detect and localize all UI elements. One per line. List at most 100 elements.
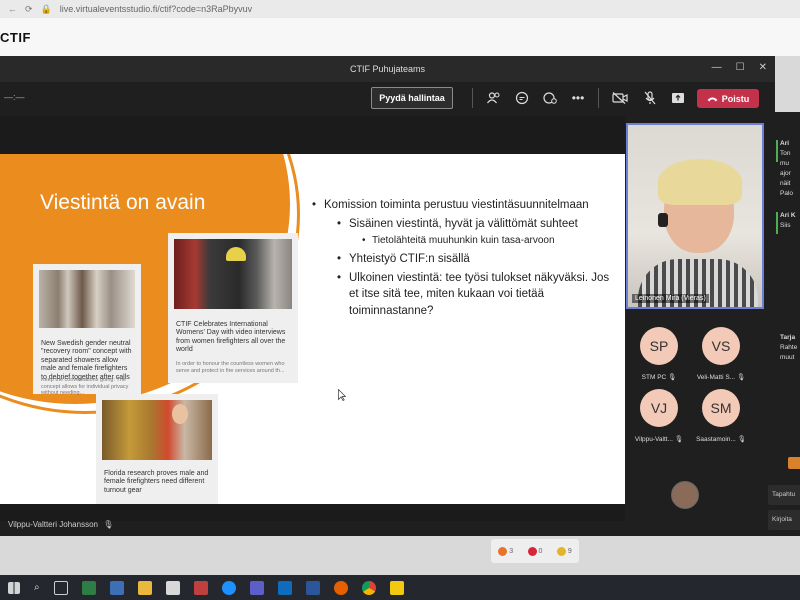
heart-icon: [527, 546, 537, 556]
search-icon[interactable]: ⌕: [34, 582, 40, 593]
slide-bullets: Komission toiminta perustuu viestintäsuu…: [312, 197, 612, 320]
shared-screen-stage: Viestintä on avain New Swedish gender ne…: [0, 116, 625, 521]
ctif-logo: CTIF: [0, 30, 31, 45]
participant-name: Saastamoin... 🎙︎: [696, 436, 746, 443]
chat-author: Tarja: [780, 334, 796, 341]
site-header: CTIF: [0, 18, 800, 56]
toolbar-divider: [598, 88, 599, 108]
calculator-icon[interactable]: [109, 580, 124, 595]
minimize-icon[interactable]: —: [712, 62, 722, 73]
headset-icon: [658, 213, 668, 227]
back-icon[interactable]: ←: [8, 4, 17, 14]
outlook-icon[interactable]: [277, 580, 292, 595]
teams-icon[interactable]: [249, 580, 264, 595]
card-caption: CTIF Celebrates International Womens' Da…: [176, 321, 286, 354]
skype-icon[interactable]: [221, 580, 236, 595]
url-text[interactable]: live.virtualeventsstudio.fi/ctif?code=n3…: [60, 4, 252, 14]
avatar: VS: [702, 327, 740, 365]
camera-off-icon[interactable]: [612, 90, 628, 106]
chat-author: Ari: [780, 140, 790, 147]
clap-icon: [556, 546, 566, 556]
mic-muted-icon: 🎙︎: [737, 436, 746, 443]
chat-text: Rahte: [780, 344, 798, 351]
fire-icon: [498, 546, 508, 556]
window-titlebar: CTIF Puhujateams — ☐ ✕: [0, 56, 775, 82]
sticky-notes-icon[interactable]: [389, 580, 404, 595]
bullet-item: Sisäinen viestintä, hyvät ja välittömät …: [337, 216, 612, 233]
reaction-heart[interactable]: 0: [527, 546, 542, 556]
chat-text: näit: [780, 180, 791, 187]
person-hair-shape: [658, 159, 742, 205]
chat-compose-field[interactable]: Tapahtu: [768, 485, 800, 505]
participant-name: STM PC 🎙︎: [641, 374, 677, 381]
participants-icon[interactable]: [486, 90, 502, 106]
reply-badge[interactable]: [788, 457, 800, 469]
self-view-avatar[interactable]: [671, 481, 699, 509]
bullet-item: Tietolähteitä muuhunkin kuin tasa-arvoon: [362, 234, 612, 249]
card-image: [174, 239, 292, 309]
card-caption: New Swedish gender neutral "recovery roo…: [41, 340, 132, 381]
more-options-icon[interactable]: •••: [570, 90, 586, 106]
mic-muted-icon[interactable]: [642, 90, 658, 106]
app-icon[interactable]: [193, 580, 208, 595]
edge-icon[interactable]: [81, 580, 96, 595]
chat-compose-field[interactable]: Kirjoita: [768, 510, 800, 530]
reaction-bar: 3 0 9: [491, 539, 579, 563]
chat-text: ajor: [780, 170, 791, 177]
chat-text: Palo: [780, 190, 794, 197]
mic-muted-icon: 🎙︎: [736, 374, 746, 381]
news-card: New Swedish gender neutral "recovery roo…: [33, 264, 141, 396]
request-control-button[interactable]: Pyydä hallintaa: [371, 87, 453, 109]
chat-text: Ton: [780, 150, 791, 157]
meeting-timer: —:—: [4, 92, 25, 102]
lock-icon: 🔒: [40, 3, 52, 14]
participant-tile[interactable]: SP STM PC 🎙︎: [629, 327, 689, 381]
firefox-icon[interactable]: [333, 580, 348, 595]
participant-video-tile[interactable]: Leinonen Mira (Vieras): [626, 123, 764, 309]
mic-muted-icon: 🎙︎: [668, 374, 677, 381]
store-icon[interactable]: [165, 580, 180, 595]
reactions-icon[interactable]: [542, 90, 558, 106]
share-screen-icon[interactable]: [670, 90, 686, 106]
reaction-clap[interactable]: 9: [556, 546, 572, 556]
bullet-item: Ulkoinen viestintä: tee työsi tulokset n…: [337, 270, 612, 320]
participant-tile[interactable]: VS Veli-Matti S... 🎙︎: [691, 327, 751, 381]
windows-start-icon[interactable]: [8, 581, 20, 594]
news-card: CTIF Celebrates International Womens' Da…: [168, 233, 298, 383]
leave-button[interactable]: Poistu: [697, 89, 759, 108]
chat-author: Ari K: [780, 212, 796, 219]
chat-icon[interactable]: [514, 90, 530, 106]
video-name-label: Leinonen Mira (Vieras): [632, 294, 709, 303]
window-title: CTIF Puhujateams: [349, 64, 426, 74]
card-caption: Florida research proves male and female …: [104, 470, 209, 494]
windows-taskbar: ⌕: [0, 575, 800, 600]
avatar: VJ: [640, 389, 678, 427]
card-image: [102, 400, 212, 460]
message-accent: [776, 212, 778, 234]
mic-muted-icon: 🎙︎: [103, 520, 114, 529]
maximize-icon[interactable]: ☐: [736, 62, 745, 73]
chrome-icon[interactable]: [361, 580, 376, 595]
presenter-name-label: Vilppu-Valtteri Johansson 🎙︎: [8, 520, 114, 529]
avatar: SP: [640, 327, 678, 365]
phone-hangup-icon: [707, 94, 718, 104]
leave-label: Poistu: [721, 93, 750, 104]
chat-text: Siis: [780, 222, 791, 229]
word-icon[interactable]: [305, 580, 320, 595]
participant-tile[interactable]: VJ Vilppu-Valtt... 🎙︎: [629, 389, 689, 443]
close-icon[interactable]: ✕: [759, 62, 767, 73]
browser-address-bar: ← ⟳ 🔒 live.virtualeventsstudio.fi/ctif?c…: [0, 0, 800, 18]
task-view-icon[interactable]: [53, 580, 68, 595]
file-explorer-icon[interactable]: [137, 580, 152, 595]
card-summary: In order to honour the countless women w…: [176, 361, 285, 374]
refresh-icon[interactable]: ⟳: [25, 4, 33, 15]
person-head-shape: [172, 404, 188, 424]
participant-name: Vilppu-Valtt... 🎙︎: [634, 436, 684, 443]
chat-text: muut: [780, 354, 795, 361]
reaction-fire[interactable]: 3: [498, 546, 513, 556]
participant-tile[interactable]: SM Saastamoin... 🎙︎: [691, 389, 751, 443]
mic-muted-icon: 🎙︎: [674, 436, 684, 443]
bullet-item: Yhteistyö CTIF:n sisällä: [337, 251, 612, 268]
avatar: SM: [702, 389, 740, 427]
toolbar-divider: [472, 88, 473, 108]
